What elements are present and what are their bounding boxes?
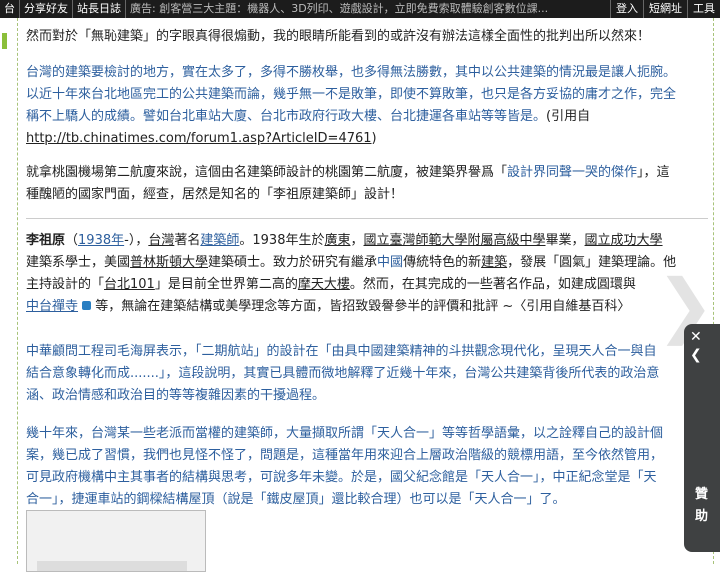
paragraph-heaven-man: 幾十年來，台灣某一些老派而當權的建築師，大量擷取所謂「天人合一」等等哲學語彙，以… [26, 423, 663, 511]
p5-line-3: 涵、政治情感和政治目的等等複雜因素的干擾過程。 [26, 388, 326, 403]
sponsor-button[interactable]: 贊 助 [695, 484, 715, 528]
chinatimes-url-link[interactable]: http://tb.chinatimes.com/forum1.asp?Arti… [26, 131, 372, 146]
bio-l4: 等，無論在建築結構或美學理念等方面，皆招致毀譽參半的評價和批評 ~〈引用自維基百… [91, 299, 631, 314]
bio-s1: -）， [124, 233, 149, 248]
bio-l3a: 主持設計的「 [26, 277, 105, 292]
bio-l3c: 。然而，在其完成的一些著名作品，如建成圓環與 [349, 277, 636, 292]
paragraph-consultant: 中華顧問工程司毛海屏表示，「二期航站」的設計在「由具中國建築精神的斗拱觀念現代化… [26, 341, 659, 407]
bio-l2c: 傳統特色的新 [403, 255, 482, 270]
paragraph-wiki-bio: 李祖原（1938年-），台灣著名建築師。1938年生於廣東，國立臺灣師範大學附屬… [26, 230, 676, 318]
p6-line-2: 案，幾已成了習慣，我們也見怪不怪了，問題是，這種當年用來迎合上層政治階級的競標用… [26, 448, 664, 463]
share-friends-link[interactable]: 分享好友 [20, 0, 73, 18]
skyscraper-link[interactable]: 摩天大樓 [298, 277, 350, 292]
p3-line-2: 種醜陋的國家門面，經查，居然是知名的「李祖原建築師」設計！ [26, 187, 404, 202]
p3-line-1c: 」，這 [637, 165, 670, 180]
taipei-101-link[interactable]: 台北101 [104, 277, 155, 292]
p3-quote: 設計界同聲一哭的傑作 [507, 165, 638, 180]
close-icon[interactable]: ✕ [690, 330, 702, 344]
p6-line-4: 合一」，捷運車站的鋼樑結構屋頂（說是「鐵皮屋頂」還比較合理）也可以是「天人合一」… [26, 492, 566, 507]
bio-s5: 畢業， [545, 233, 585, 248]
taiwan-link[interactable]: 台灣 [148, 233, 174, 248]
p2-line-2: 以近十年來台北地區完工的公共建築而論，幾乎無一不是敗筆，即使不算敗筆，也只是各方… [26, 87, 677, 102]
site-news-link[interactable]: 站長日誌 [73, 0, 126, 18]
bio-s3: 。1938年生於 [239, 233, 325, 248]
architect-link[interactable]: 建築師 [200, 233, 239, 248]
p2-cite-close: ) [371, 131, 377, 146]
bio-paren: （ [65, 233, 79, 248]
sponsor-label-1: 贊 [695, 487, 709, 502]
paragraph-1: 然而對於「無恥建築」的字眼真得很煽動，我的眼睛所能看到的或許沒有辦法這樣全面性的… [26, 29, 651, 44]
sponsor-label-2: 助 [695, 509, 709, 524]
bio-l3b: 」是目前全世界第二高的 [154, 277, 298, 292]
guangdong-link[interactable]: 廣東 [324, 233, 350, 248]
divider [26, 218, 708, 219]
paragraph-terminal-2: 就拿桃園機場第二航廈來說，這個由名建築師設計的桃園第二航廈，被建築界譽爲「設計界… [26, 162, 670, 206]
ad-text-link[interactable]: 廣告: 創客營三大主題：機器人、3D列印、遊戲設計，立即免費索取體驗創客數位課.… [126, 0, 552, 18]
top-navbar: 台 分享好友 站長日誌 廣告: 創客營三大主題：機器人、3D列印、遊戲設計，立即… [0, 0, 720, 18]
bio-l2b: 建築碩士。致力於研究有繼承 [208, 255, 378, 270]
topbar-right: 登入 短網址 工具 [610, 0, 720, 18]
p5-line-1: 中華顧問工程司毛海屏表示，「二期航站」的設計在「由具中國建築精神的斗拱觀念現代化… [26, 344, 657, 359]
paragraph-quote-chinatimes: 台灣的建築要檢討的地方，實在太多了，多得不勝枚舉，也多得無法勝數，其中以公共建築… [26, 62, 676, 150]
ntnu-high-school-link[interactable]: 國立臺灣師範大學附屬高級中學 [364, 233, 546, 248]
bio-name: 李祖原 [26, 233, 66, 248]
article-image [26, 510, 206, 572]
topbar-left: 台 分享好友 站長日誌 廣告: 創客營三大主題：機器人、3D列印、遊戲設計，立即… [0, 0, 552, 18]
p2-line-3: 稱不上驕人的成績。譬如台北車站大廈、台北市政府行政大樓、台北捷運各車站等等皆是。 [26, 109, 547, 124]
tools-link[interactable]: 工具 [687, 0, 720, 18]
architecture-link[interactable]: 建築 [481, 255, 507, 270]
p5-line-2: 結合意象轉化而成.......」，這段說明，其實已具體而微地解釋了近幾十年來，台… [26, 366, 660, 381]
bio-l2d: ，發展「圓氣」建築理論。他 [507, 255, 677, 270]
year-1938-link[interactable]: 1938年 [78, 233, 124, 248]
zhongtai-temple-link[interactable]: 中台禪寺 [26, 299, 78, 314]
chevron-left-icon[interactable]: ❮ [690, 348, 702, 362]
login-link[interactable]: 登入 [610, 0, 643, 18]
external-link-icon[interactable] [82, 301, 92, 310]
left-green-marker [2, 33, 7, 49]
bio-s4: ， [350, 233, 364, 248]
princeton-link[interactable]: 普林斯頓大學 [130, 255, 208, 270]
short-url-link[interactable]: 短網址 [643, 0, 687, 18]
topbar-cut-item[interactable]: 台 [0, 0, 20, 18]
bio-l2a: 建築系學士，美國 [26, 255, 131, 270]
p2-cite: (引用自 [546, 109, 591, 124]
sponsor-side-panel: ✕ ❮ 贊 助 [684, 324, 720, 552]
china-link[interactable]: 中國 [377, 255, 403, 270]
p6-line-3: 可見政府機構中主其事者的結構與思考，可說多年未變。於是，國父紀念館是「天人合一」… [26, 470, 657, 485]
article-image-inner [37, 561, 187, 571]
p6-line-1: 幾十年來，台灣某一些老派而當權的建築師，大量擷取所謂「天人合一」等等哲學語彙，以… [26, 426, 664, 441]
p2-line-1: 台灣的建築要檢討的地方，實在太多了，多得不勝枚舉，也多得無法勝數，其中以公共建築… [26, 65, 677, 80]
bio-s2: 著名 [174, 233, 201, 248]
p3-line-1a: 就拿桃園機場第二航廈來說，這個由名建築師設計的桃園第二航廈，被建築界譽爲「 [26, 165, 508, 180]
ncku-link[interactable]: 國立成功大學 [585, 233, 663, 248]
content-border-left [17, 18, 18, 564]
